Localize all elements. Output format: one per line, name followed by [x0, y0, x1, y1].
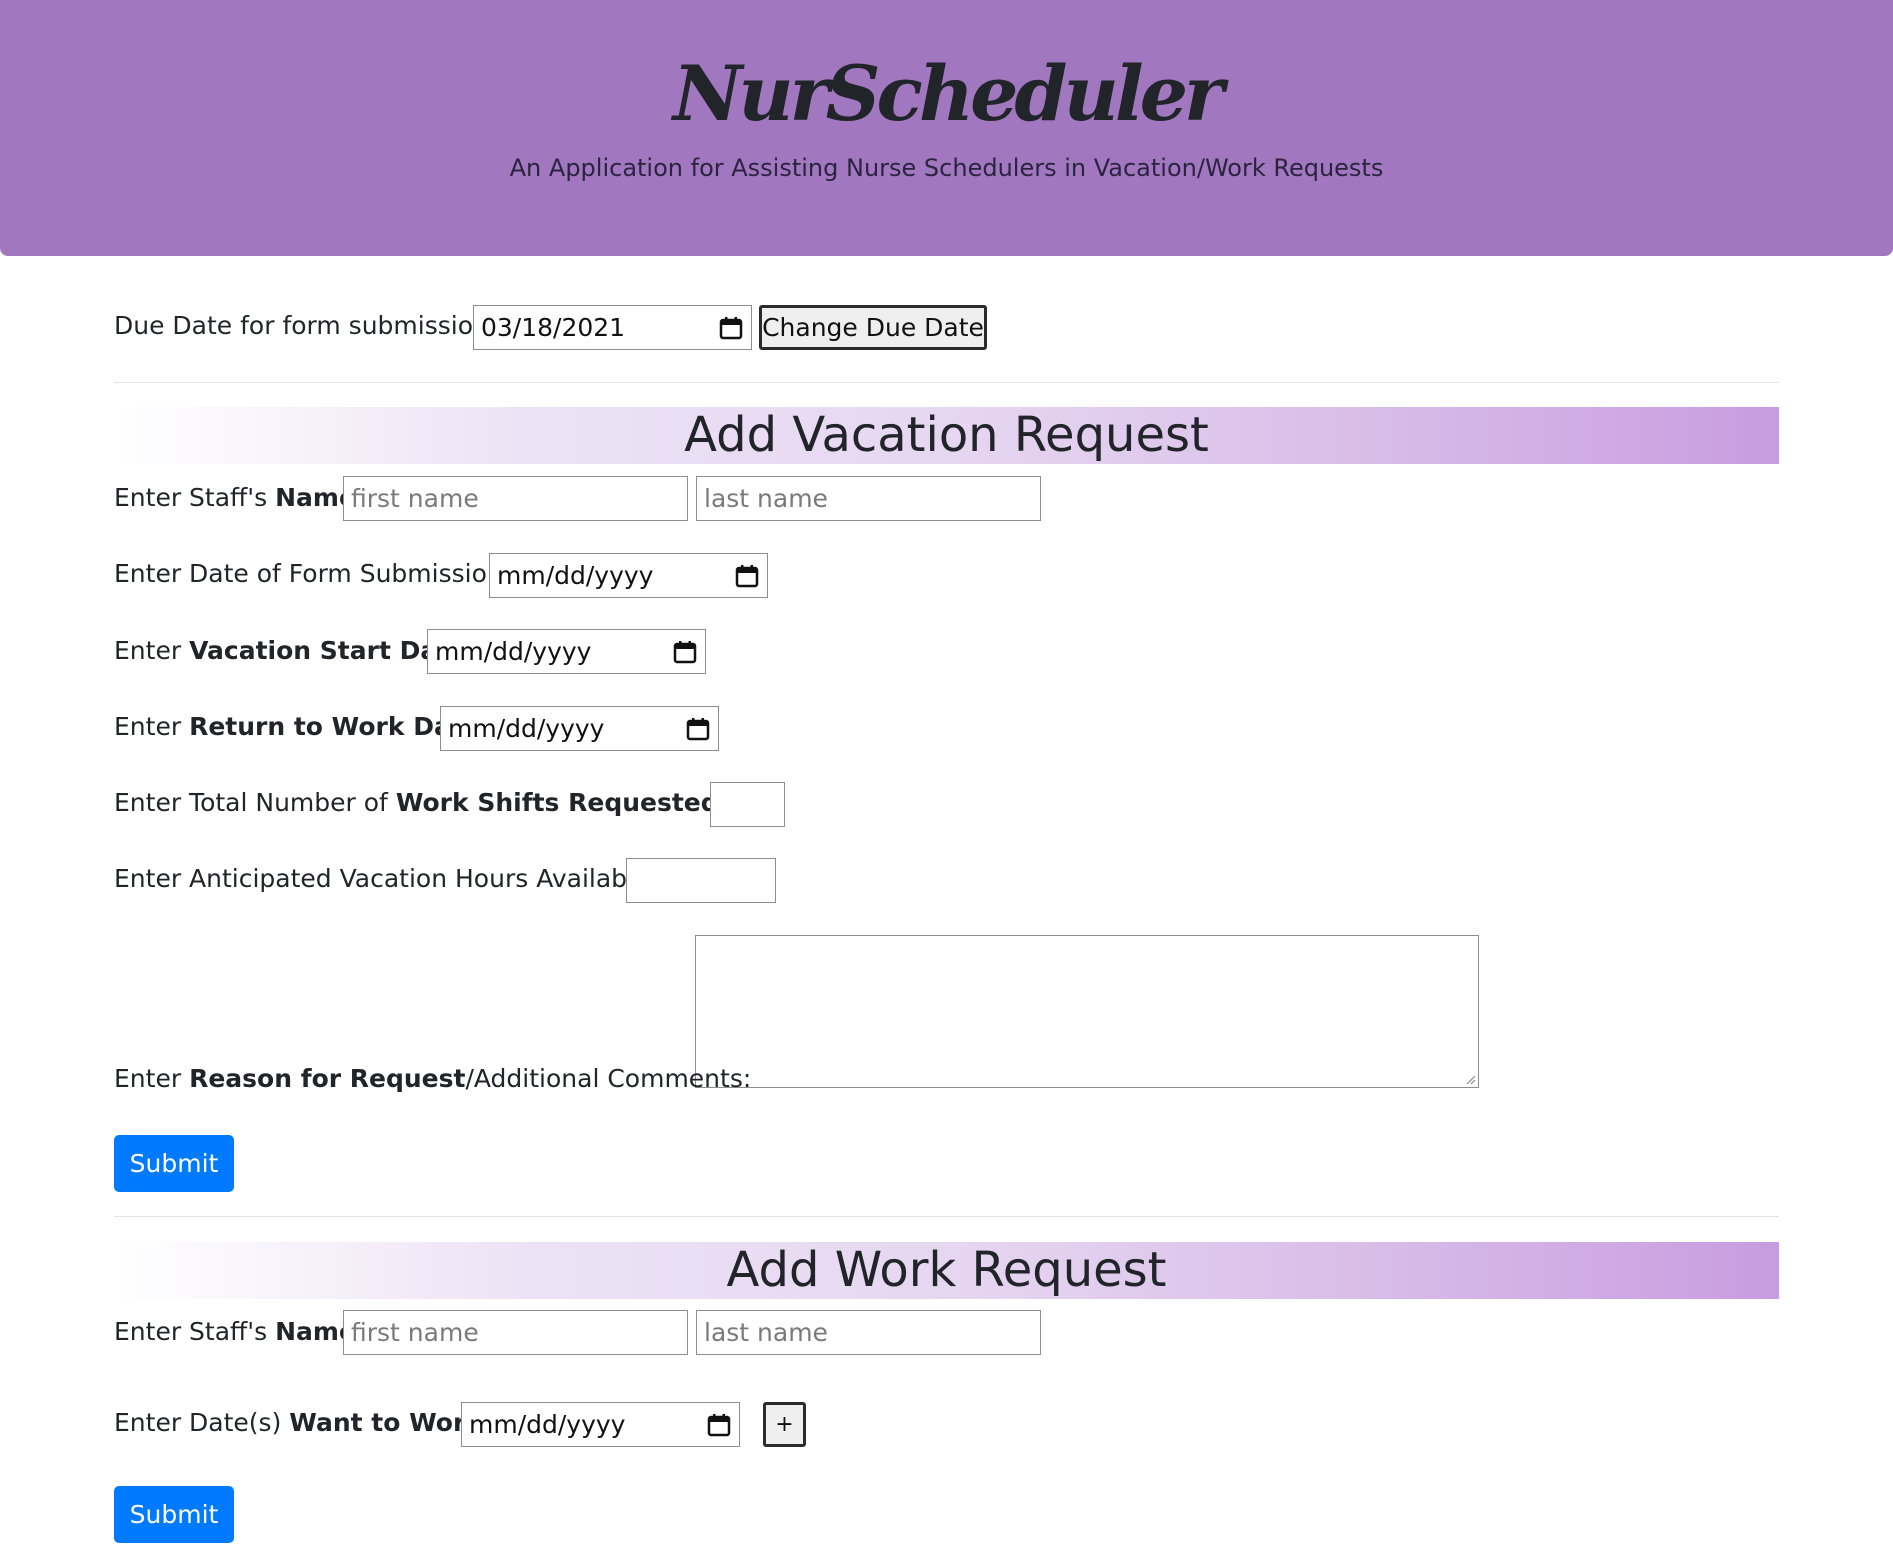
vacation-hours-input[interactable] [626, 858, 776, 903]
return-to-work-date-input[interactable]: mm/dd/yyyy [440, 706, 719, 751]
due-date-label: Due Date for form submission [114, 311, 489, 340]
change-due-date-button[interactable]: Change Due Date [759, 305, 987, 350]
submission-date-label: Enter Date of Form Submission: [114, 559, 512, 588]
vacation-submit-button[interactable]: Submit [114, 1135, 234, 1192]
calendar-icon[interactable] [672, 639, 698, 665]
add-date-button[interactable]: + [763, 1402, 806, 1447]
vacation-start-date-value: mm/dd/yyyy [435, 637, 592, 666]
vacation-start-date-input[interactable]: mm/dd/yyyy [427, 629, 706, 674]
due-date-input[interactable]: 03/18/2021 [473, 305, 752, 350]
vacation-start-label: Enter Vacation Start Date: [114, 636, 475, 665]
reason-label: Enter Reason for Request/Additional Comm… [114, 1064, 752, 1093]
work-section-title: Add Work Request [114, 1242, 1779, 1299]
vacation-name-label: Enter Staff's Name: [114, 483, 364, 512]
want-to-work-date-value: mm/dd/yyyy [469, 1410, 626, 1439]
work-shifts-input[interactable] [710, 782, 785, 827]
submission-date-value: mm/dd/yyyy [497, 561, 654, 590]
return-to-work-date-value: mm/dd/yyyy [448, 714, 605, 743]
vacation-section-title: Add Vacation Request [114, 407, 1779, 464]
work-first-name-input[interactable]: first name [343, 1310, 688, 1355]
page-header: NurScheduler An Application for Assistin… [0, 0, 1893, 256]
divider [114, 1216, 1779, 1217]
want-to-work-date-input[interactable]: mm/dd/yyyy [461, 1402, 740, 1447]
vacation-last-name-input[interactable]: last name [696, 476, 1041, 521]
calendar-icon[interactable] [685, 716, 711, 742]
return-to-work-label: Enter Return to Work Date: [114, 712, 488, 741]
work-name-label: Enter Staff's Name: [114, 1317, 364, 1346]
want-to-work-label: Enter Date(s) Want to Work: [114, 1408, 490, 1437]
due-date-value: 03/18/2021 [481, 313, 626, 342]
app-subtitle: An Application for Assisting Nurse Sched… [509, 154, 1384, 182]
app-logo: NurScheduler [672, 49, 1224, 138]
calendar-icon[interactable] [718, 315, 744, 341]
work-shifts-label: Enter Total Number of Work Shifts Reques… [114, 788, 777, 817]
submission-date-input[interactable]: mm/dd/yyyy [489, 553, 768, 598]
work-last-name-input[interactable]: last name [696, 1310, 1041, 1355]
divider [114, 382, 1779, 383]
resize-grip-icon[interactable] [1464, 1073, 1476, 1085]
calendar-icon[interactable] [706, 1412, 732, 1438]
calendar-icon[interactable] [734, 563, 760, 589]
vacation-hours-label: Enter Anticipated Vacation Hours Availab… [114, 864, 658, 893]
reason-textarea[interactable] [695, 935, 1479, 1088]
vacation-first-name-input[interactable]: first name [343, 476, 688, 521]
work-submit-button[interactable]: Submit [114, 1486, 234, 1543]
